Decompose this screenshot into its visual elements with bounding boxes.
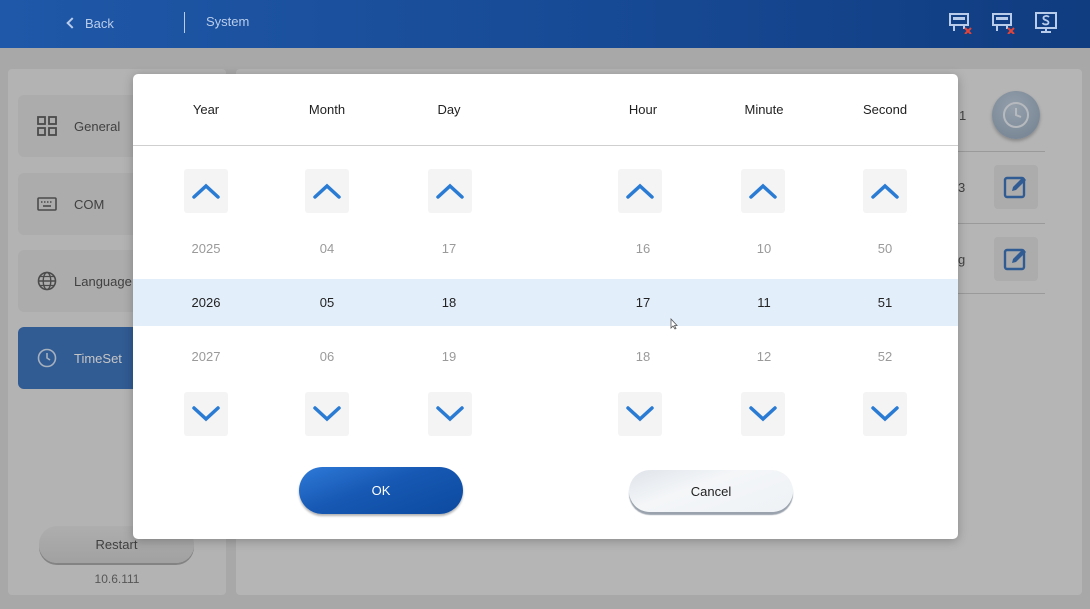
header-divider	[184, 12, 185, 33]
year-up-button[interactable]	[184, 169, 228, 213]
column-header-month: Month	[308, 102, 346, 117]
minute-down-button[interactable]	[741, 392, 785, 436]
column-header-second: Second	[862, 102, 908, 117]
hour-prev-value[interactable]: 16	[603, 241, 683, 256]
minute-up-button[interactable]	[741, 169, 785, 213]
column-header-day: Day	[437, 102, 461, 117]
year-next-value[interactable]: 2027	[166, 349, 246, 364]
section-title: System	[206, 14, 250, 29]
month-next-value[interactable]: 06	[287, 349, 367, 364]
day-prev-value[interactable]: 17	[409, 241, 489, 256]
day-up-button[interactable]	[428, 169, 472, 213]
chevron-down-icon	[192, 406, 220, 422]
cancel-button[interactable]: Cancel	[629, 470, 793, 512]
month-up-button[interactable]	[305, 169, 349, 213]
time-set-dialog: Year Month Day Hour Minute Second 2025 0…	[133, 74, 958, 539]
second-next-value[interactable]: 52	[845, 349, 925, 364]
second-prev-value[interactable]: 50	[845, 241, 925, 256]
chevron-up-icon	[871, 183, 899, 199]
chevron-left-icon	[66, 17, 78, 29]
chevron-up-icon	[192, 183, 220, 199]
day-down-button[interactable]	[428, 392, 472, 436]
screen-s-icon[interactable]	[1034, 12, 1058, 34]
chevron-down-icon	[871, 406, 899, 422]
month-down-button[interactable]	[305, 392, 349, 436]
network-disconnected-icon[interactable]	[991, 12, 1015, 35]
column-header-minute: Minute	[744, 102, 784, 117]
year-down-button[interactable]	[184, 392, 228, 436]
ok-button[interactable]: OK	[299, 467, 463, 514]
hour-selected-value[interactable]: 17	[603, 295, 683, 310]
chevron-up-icon	[626, 183, 654, 199]
month-selected-value[interactable]: 05	[287, 295, 367, 310]
minute-next-value[interactable]: 12	[724, 349, 804, 364]
second-down-button[interactable]	[863, 392, 907, 436]
chevron-down-icon	[436, 406, 464, 422]
chevron-up-icon	[313, 183, 341, 199]
year-selected-value[interactable]: 2026	[166, 295, 246, 310]
hour-down-button[interactable]	[618, 392, 662, 436]
column-header-hour: Hour	[628, 102, 658, 117]
chevron-down-icon	[749, 406, 777, 422]
chevron-down-icon	[313, 406, 341, 422]
day-next-value[interactable]: 19	[409, 349, 489, 364]
hour-next-value[interactable]: 18	[603, 349, 683, 364]
selection-band	[133, 279, 958, 326]
top-bar: Back System	[0, 0, 1090, 48]
chevron-up-icon	[749, 183, 777, 199]
chevron-up-icon	[436, 183, 464, 199]
mouse-cursor-icon	[670, 317, 678, 330]
hour-up-button[interactable]	[618, 169, 662, 213]
minute-selected-value[interactable]: 11	[724, 295, 804, 310]
chevron-down-icon	[626, 406, 654, 422]
back-button[interactable]: Back	[66, 13, 114, 33]
column-header-year: Year	[192, 102, 220, 117]
minute-prev-value[interactable]: 10	[724, 241, 804, 256]
month-prev-value[interactable]: 04	[287, 241, 367, 256]
second-selected-value[interactable]: 51	[845, 295, 925, 310]
second-up-button[interactable]	[863, 169, 907, 213]
year-prev-value[interactable]: 2025	[166, 241, 246, 256]
day-selected-value[interactable]: 18	[409, 295, 489, 310]
network-disconnected-icon[interactable]	[948, 12, 972, 35]
back-label: Back	[85, 15, 114, 31]
header-divider	[133, 145, 958, 146]
